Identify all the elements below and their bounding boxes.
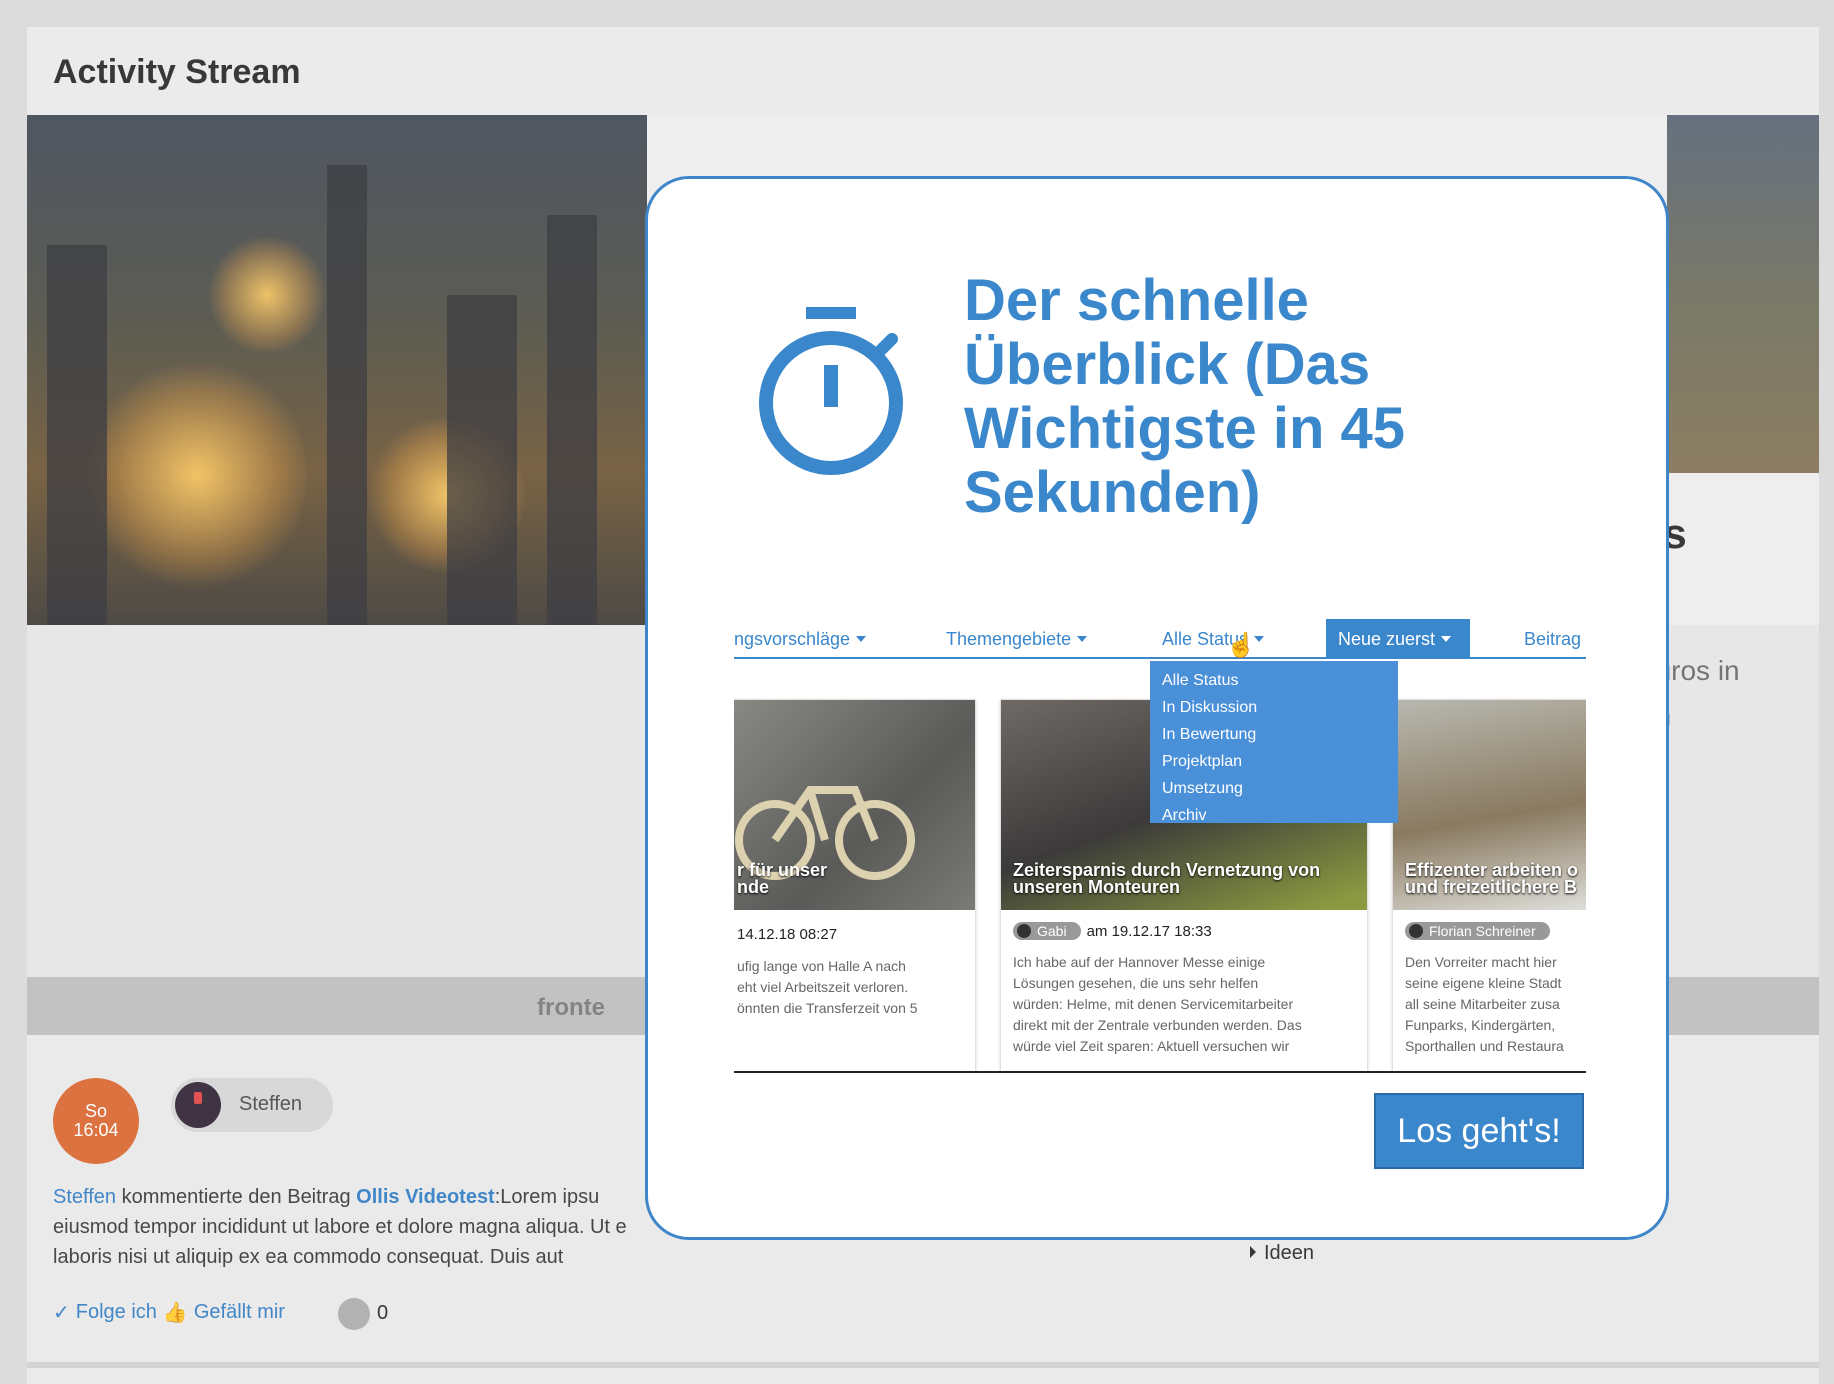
preview-card-meta: Florian Schreiner — [1405, 922, 1556, 940]
hand-cursor-icon: ☝ — [1226, 632, 1256, 659]
preview-nav-item: Themengebiete — [946, 629, 1087, 650]
preview-nav-item: ngsvorschläge — [734, 629, 866, 650]
preview-card-caption: r für unser nde — [737, 860, 828, 897]
preview-card-body: ufig lange von Halle A nach eht viel Arb… — [737, 958, 918, 1016]
onboarding-modal: Der schnelle Überblick (Das Wichtigste i… — [645, 176, 1669, 1240]
preview-nav-active: Neue zuerst — [1326, 619, 1470, 659]
author-chip: Florian Schreiner — [1405, 922, 1550, 940]
preview-card-caption: Effizenter arbeiten o und freizeitlichere… — [1405, 860, 1579, 897]
preview-card: Effizenter arbeiten o und freizeitlichere… — [1392, 699, 1586, 1071]
preview-nav-item: Beitrag — [1524, 629, 1586, 650]
preview-status-dropdown: Alle Status In Diskussion In Bewertung P… — [1150, 661, 1398, 824]
preview-card-body: Den Vorreiter macht hier seine eigene kl… — [1405, 954, 1564, 1054]
preview-card-meta: Gabi am 19.12.17 18:33 — [1013, 922, 1212, 940]
preview-card-body: Ich habe auf der Hannover Messe einige L… — [1013, 954, 1302, 1054]
preview-card: r für unser nde 14.12.18 08:27 ufig lange… — [734, 699, 976, 1071]
modal-title: Der schnelle Überblick (Das Wichtigste i… — [964, 268, 1406, 525]
preview-card-caption: Zeitersparnis durch Vernetzung von unsere… — [1013, 860, 1321, 897]
stopwatch-icon — [759, 307, 903, 475]
preview-card-meta: 14.12.18 08:27 — [737, 926, 838, 943]
author-chip: Gabi — [1013, 922, 1081, 940]
start-button[interactable]: Los geht's! — [1374, 1093, 1584, 1169]
feature-preview-screenshot: ngsvorschläge Themengebiete Alle Status … — [734, 599, 1586, 1073]
preview-nav: ngsvorschläge Themengebiete Alle Status … — [734, 619, 1586, 659]
